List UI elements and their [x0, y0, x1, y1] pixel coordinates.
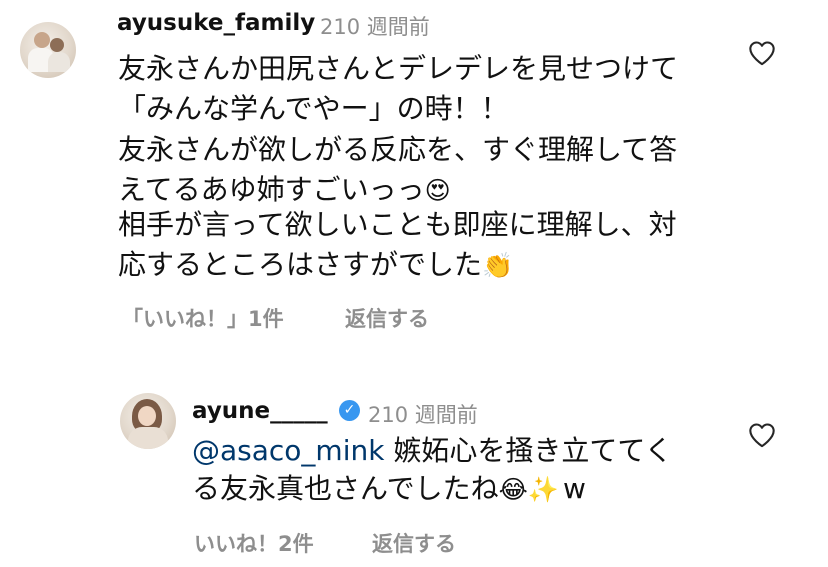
reply-text: w — [562, 472, 586, 505]
reply-likes-count[interactable]: いいね！2件 — [194, 528, 314, 558]
reply-button[interactable]: 返信する — [345, 303, 429, 333]
comment-text-line: 応するところはさすがでした👏 — [118, 244, 513, 287]
heart-outline-icon[interactable] — [748, 422, 776, 448]
avatar[interactable] — [20, 22, 76, 78]
sparkles-emoji-icon: ✨ — [527, 475, 559, 504]
avatar-figure — [34, 32, 50, 48]
comment-text: 応するところはさすがでした — [118, 248, 483, 281]
mention-link[interactable]: @asaco_mink — [192, 434, 384, 467]
heart-eyes-emoji-icon: 😍 — [424, 176, 451, 205]
avatar[interactable] — [120, 393, 176, 449]
comment-likes-count[interactable]: 「いいね！」1件 — [122, 303, 284, 333]
comment-timestamp: 210 週間前 — [320, 15, 430, 39]
avatar-figure — [50, 38, 64, 52]
comment-text-line: 友永さんか田尻さんとデレデレを見せつけて — [118, 52, 679, 85]
avatar-figure — [48, 52, 70, 72]
reply-button[interactable]: 返信する — [372, 528, 456, 558]
reply-timestamp: 210 週間前 — [368, 403, 478, 427]
reply-text-line: る友永真也さんでしたね😂✨ w — [192, 468, 586, 511]
heart-outline-icon[interactable] — [748, 40, 776, 66]
comment-text-line: 友永さんが欲しがる反応を、すぐ理解して答 — [118, 133, 678, 166]
comment-text-line: 相手が言って欲しいことも即座に理解し、対 — [118, 208, 677, 241]
laughing-tears-emoji-icon: 😂 — [498, 475, 528, 504]
comment-text-line: 「みんな学んでやー」の時！！ — [118, 92, 509, 125]
reply-username[interactable]: ayune_____ — [192, 398, 328, 424]
avatar-figure — [128, 427, 168, 449]
clapping-hands-emoji-icon: 👏 — [482, 251, 514, 280]
avatar-figure — [138, 406, 156, 426]
reply-text: る友永真也さんでしたね — [192, 472, 499, 505]
reply-text: 嫉妬心を掻き立ててく — [384, 434, 673, 467]
comment-username[interactable]: ayusuke_family — [117, 10, 315, 36]
comment-text: えてるあゆ姉すごいっっ — [118, 173, 425, 206]
verified-badge-icon: ✓ — [339, 400, 360, 421]
reply-text-line: @asaco_mink 嫉妬心を掻き立ててく — [192, 430, 673, 472]
